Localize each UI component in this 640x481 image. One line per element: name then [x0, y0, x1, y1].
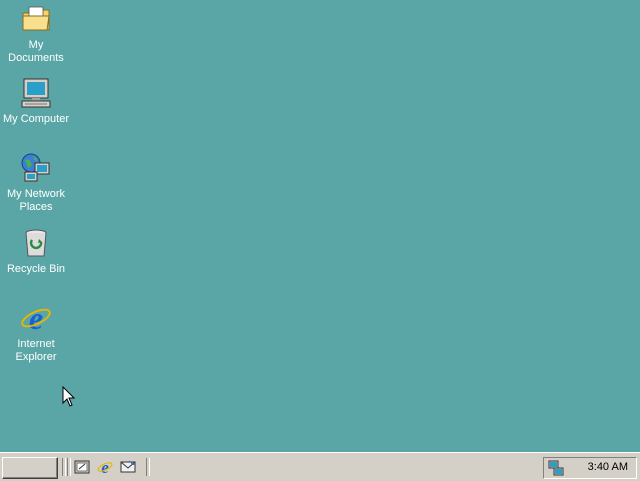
start-button[interactable] — [2, 457, 58, 479]
desktop-icon-label: Internet Explorer — [15, 338, 57, 363]
desktop-icon-label: My Computer — [2, 113, 70, 125]
taskbar-separator — [62, 458, 66, 476]
show-desktop-icon — [74, 460, 90, 474]
folder-documents-icon — [19, 2, 53, 36]
taskbar-clock[interactable]: 3:40 AM — [588, 461, 628, 473]
desktop-icon-label: Recycle Bin — [6, 263, 66, 275]
svg-text:e: e — [29, 302, 43, 334]
desktop-icon-internet-explorer[interactable]: e Internet Explorer — [0, 301, 72, 364]
quick-launch-internet-explorer[interactable]: e — [96, 458, 114, 476]
desktop[interactable]: My Documents My Computer My Network Plac… — [0, 0, 640, 452]
desktop-icon-label: My Network Places — [6, 188, 66, 213]
quick-launch-outlook-express[interactable] — [119, 458, 137, 476]
taskbar-separator — [146, 458, 150, 476]
system-tray: 3:40 AM — [543, 457, 637, 479]
desktop-icon-label: My Documents — [8, 39, 64, 64]
internet-explorer-icon: e — [97, 459, 113, 475]
desktop-icon-my-computer[interactable]: My Computer — [0, 76, 72, 126]
desktop-icon-my-network-places[interactable]: My Network Places — [0, 151, 72, 214]
network-places-icon — [19, 151, 53, 185]
internet-explorer-icon: e — [19, 301, 53, 335]
show-desktop-button[interactable] — [73, 458, 91, 476]
network-tray-icon[interactable] — [547, 459, 565, 477]
taskbar: e 3:40 AM — [0, 452, 640, 481]
quick-launch-grip[interactable] — [67, 458, 71, 476]
outlook-express-icon — [120, 460, 136, 473]
mouse-pointer-icon — [62, 385, 76, 411]
desktop-icon-recycle-bin[interactable]: Recycle Bin — [0, 226, 72, 276]
svg-text:e: e — [101, 459, 109, 475]
computer-icon — [19, 76, 53, 110]
recycle-bin-icon — [19, 226, 53, 260]
desktop-icon-my-documents[interactable]: My Documents — [0, 2, 72, 65]
